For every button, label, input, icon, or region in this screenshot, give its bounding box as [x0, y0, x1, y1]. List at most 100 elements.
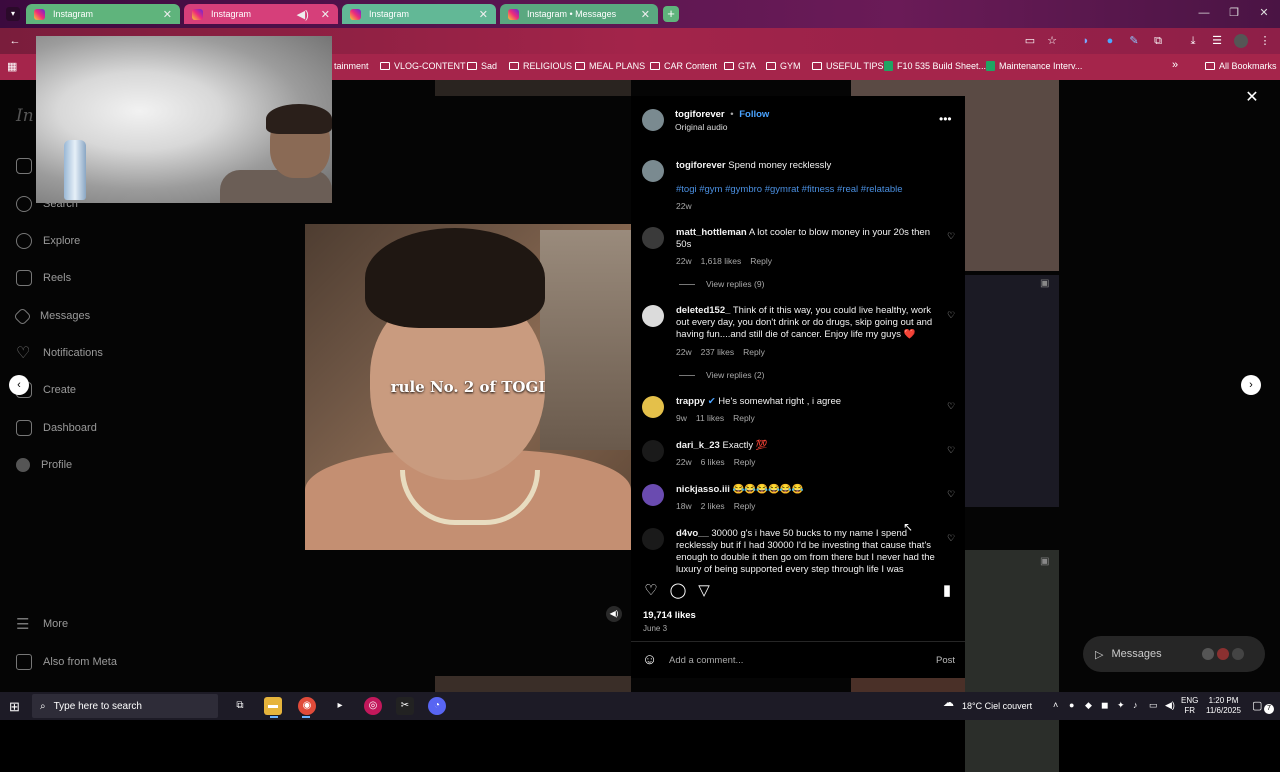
reply-button[interactable]: Reply — [734, 457, 756, 467]
extension-icon[interactable]: ● — [1103, 34, 1117, 48]
comment-likes[interactable]: 237 likes — [701, 347, 735, 357]
next-post-icon[interactable]: › — [1241, 375, 1261, 395]
extension-icon[interactable]: ✎ — [1127, 34, 1141, 48]
comment-username[interactable]: matt_hottleman — [676, 227, 747, 238]
profile-avatar-icon[interactable] — [1234, 34, 1248, 48]
tab-search-icon[interactable]: ▾ — [6, 7, 20, 21]
sidebar-item-notifications[interactable]: ♡ Notifications — [16, 343, 103, 363]
more-options-icon[interactable]: ••• — [939, 112, 952, 126]
maximize-icon[interactable]: ❐ — [1224, 4, 1244, 22]
caption-username[interactable]: togiforever — [676, 160, 726, 171]
audio-label[interactable]: Original audio — [675, 122, 727, 132]
language-indicator[interactable]: ENG FR — [1181, 696, 1198, 716]
discord-icon[interactable]: ◔ — [428, 697, 446, 715]
bookmark-folder[interactable]: GTA — [724, 61, 756, 71]
comment-likes[interactable]: 6 likes — [701, 457, 725, 467]
save-bookmark-icon[interactable]: ▮ — [938, 582, 956, 600]
tab-instagram-1[interactable]: Instagram ✕ — [26, 4, 180, 24]
tray-app-icon[interactable]: ● — [1069, 700, 1074, 710]
like-comment-icon[interactable]: ♡ — [946, 231, 956, 241]
close-window-icon[interactable]: ✕ — [1254, 4, 1274, 22]
tab-instagram-2[interactable]: Instagram ◀) ✕ — [184, 4, 338, 24]
reading-list-icon[interactable]: ☰ — [1210, 34, 1224, 48]
comment-username[interactable]: nickjasso.iii — [676, 484, 730, 495]
bookmark-sheet[interactable]: Maintenance Interv... — [986, 61, 1082, 71]
notification-center-icon[interactable]: ▢ — [1252, 699, 1262, 712]
comment-likes[interactable]: 1,618 likes — [701, 256, 742, 266]
capcut-icon[interactable]: ✂ — [396, 697, 414, 715]
likes-count[interactable]: 19,714 likes — [643, 610, 696, 621]
close-tab-icon[interactable]: ✕ — [479, 8, 488, 21]
sidebar-item-dashboard[interactable]: Dashboard — [16, 418, 97, 438]
follow-button[interactable]: Follow — [739, 109, 769, 120]
hashtags[interactable]: #togi #gym #gymbro #gymrat #fitness #rea… — [676, 184, 941, 196]
taskbar-search-input[interactable]: ⌕ Type here to search — [32, 694, 218, 718]
commenter-avatar[interactable] — [642, 305, 664, 327]
author-avatar[interactable] — [642, 160, 664, 182]
bookmark-folder[interactable]: GYM — [766, 61, 801, 71]
sidebar-item-profile[interactable]: Profile — [16, 455, 72, 475]
emoji-icon[interactable]: ☺ — [642, 651, 657, 668]
microphone-icon[interactable]: ♪ — [1133, 700, 1138, 710]
reply-button[interactable]: Reply — [743, 347, 765, 357]
mute-toggle-icon[interactable]: ◀) — [606, 606, 622, 622]
close-modal-icon[interactable]: ✕ — [1244, 90, 1260, 106]
like-comment-icon[interactable]: ♡ — [946, 310, 956, 320]
bookmark-folder[interactable]: CAR Content — [650, 61, 717, 71]
cast-icon[interactable]: ▭ — [1023, 34, 1037, 48]
extensions-puzzle-icon[interactable]: ⧉ — [1151, 34, 1165, 48]
commenter-avatar[interactable] — [642, 396, 664, 418]
comment-likes[interactable]: 2 likes — [701, 501, 725, 511]
bookmark-folder[interactable]: tainment — [334, 61, 369, 71]
instagram-logo-icon[interactable]: In — [16, 106, 34, 126]
like-icon[interactable]: ♡ — [642, 582, 660, 600]
like-comment-icon[interactable]: ♡ — [946, 533, 956, 543]
commenter-avatar[interactable] — [642, 227, 664, 249]
like-comment-icon[interactable]: ♡ — [946, 445, 956, 455]
chrome-icon[interactable]: ◉ — [298, 697, 316, 715]
app-icon[interactable]: ◎ — [364, 697, 382, 715]
bookmark-folder[interactable]: Sad — [467, 61, 497, 71]
sidebar-item-also-from-meta[interactable]: Also from Meta — [16, 652, 117, 672]
tab-instagram-3[interactable]: Instagram ✕ — [342, 4, 496, 24]
like-comment-icon[interactable]: ♡ — [946, 489, 956, 499]
previous-post-icon[interactable]: ‹ — [9, 375, 29, 395]
close-tab-icon[interactable]: ✕ — [163, 8, 172, 21]
comment-likes[interactable]: 11 likes — [696, 413, 724, 423]
file-explorer-icon[interactable]: ▬ — [264, 697, 282, 715]
speaker-icon[interactable]: ◀) — [297, 8, 309, 21]
comment-username[interactable]: deleted152_ — [676, 305, 730, 316]
bookmark-folder[interactable]: MEAL PLANS — [575, 61, 645, 71]
apps-grid-icon[interactable]: ▦ — [7, 60, 17, 73]
comment-username[interactable]: dari_k_23 — [676, 440, 720, 451]
extension-icon[interactable]: ◗ — [1079, 34, 1093, 48]
reply-button[interactable]: Reply — [750, 256, 772, 266]
tray-chevron-icon[interactable]: ˄ — [1053, 700, 1058, 710]
comment-input[interactable]: Add a comment... — [669, 655, 743, 666]
commenter-avatar[interactable] — [642, 484, 664, 506]
tray-app-icon[interactable]: ✦ — [1117, 700, 1125, 711]
view-replies-button[interactable]: View replies (2) — [679, 370, 764, 380]
bookmark-folder[interactable]: VLOG-CONTENT — [380, 61, 466, 71]
author-avatar[interactable] — [642, 109, 664, 131]
reply-button[interactable]: Reply — [733, 413, 755, 423]
tray-app-icon[interactable]: ◼ — [1101, 700, 1108, 711]
comment-username[interactable]: trappy — [676, 396, 705, 407]
minimize-icon[interactable]: — — [1194, 4, 1214, 22]
kebab-menu-icon[interactable]: ⋮ — [1258, 34, 1272, 48]
bookmark-folder[interactable]: USEFUL TIPS — [812, 61, 884, 71]
author-username[interactable]: togiforever — [675, 109, 725, 120]
app-icon[interactable]: ▸ — [331, 697, 349, 715]
windows-start-icon[interactable]: ⊞ — [9, 699, 20, 715]
sidebar-item-reels[interactable]: Reels — [16, 268, 71, 288]
view-replies-button[interactable]: View replies (9) — [679, 279, 764, 289]
commenter-avatar[interactable] — [642, 528, 664, 550]
new-tab-button[interactable]: + — [663, 6, 679, 22]
volume-icon[interactable]: ◀) — [1165, 700, 1175, 711]
sidebar-item-messages[interactable]: Messages — [13, 306, 90, 326]
comment-username[interactable]: d4vo__ — [676, 528, 709, 539]
clock[interactable]: 1:20 PM 11/6/2025 — [1206, 696, 1241, 716]
messages-pill[interactable]: ▷ Messages — [1083, 636, 1265, 672]
close-tab-icon[interactable]: ✕ — [321, 8, 330, 21]
comment-icon[interactable]: ◯ — [669, 582, 687, 600]
